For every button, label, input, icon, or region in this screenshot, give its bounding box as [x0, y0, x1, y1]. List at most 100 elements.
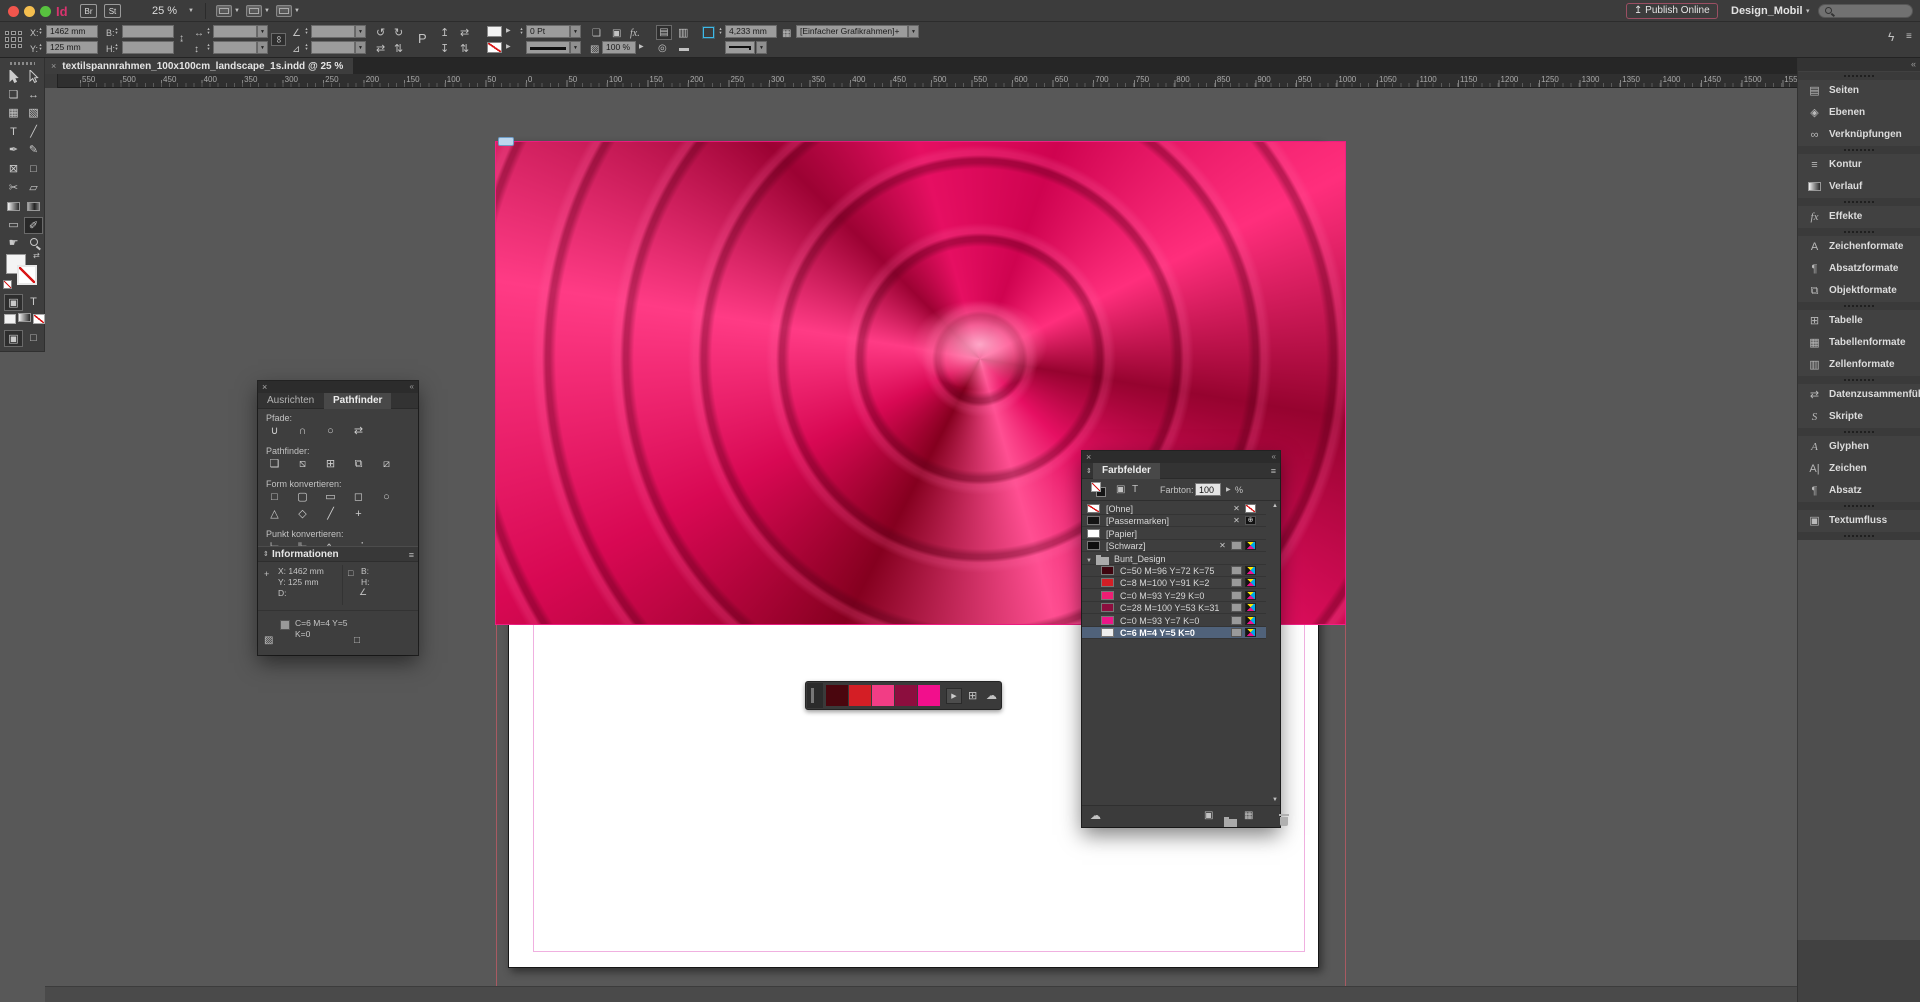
swatch-row[interactable]: C=8 M=100 Y=91 K=2 — [1082, 577, 1266, 589]
dock-item-zeichen[interactable]: A|Zeichen — [1798, 458, 1920, 480]
bridge-button[interactable]: Br — [80, 4, 97, 18]
theme-swatch[interactable] — [918, 685, 940, 706]
stock-button[interactable]: St — [104, 4, 121, 18]
workspace-switcher[interactable]: Design_Mobil — [1731, 5, 1803, 17]
dock-item-kontur[interactable]: ≡Kontur — [1798, 154, 1920, 176]
intersect-icon[interactable]: ⊞ — [322, 457, 339, 472]
y-stepper[interactable]: ▴▾ — [37, 43, 44, 51]
dock-item-effekte[interactable]: fxEffekte — [1798, 206, 1920, 228]
swatch-row[interactable]: [Papier] — [1082, 528, 1266, 540]
direct-selection-tool[interactable] — [24, 68, 43, 85]
apply-color-button[interactable] — [4, 314, 16, 324]
horizontal-ruler[interactable]: 5505004504003503002502001501005005010015… — [45, 74, 1797, 88]
stroke-weight-dropdown[interactable]: ▼ — [570, 25, 581, 38]
tint-flyout-icon[interactable]: ▶ — [1226, 487, 1231, 493]
scale-y-field[interactable] — [213, 41, 257, 54]
select-content-icon[interactable]: ↧ — [440, 44, 449, 55]
eyedropper-tool[interactable]: ✐ — [24, 217, 43, 234]
dock-item-tabelle[interactable]: ⊞Tabelle — [1798, 310, 1920, 332]
theme-swatch[interactable] — [872, 685, 894, 706]
swatch-row[interactable]: C=28 M=100 Y=53 K=31 — [1082, 602, 1266, 614]
dock-group-separator[interactable] — [1798, 376, 1920, 384]
swatch-row[interactable]: C=0 M=93 Y=7 K=0 — [1082, 615, 1266, 627]
shear-stepper[interactable]: ▴▾ — [303, 43, 310, 51]
effects-menu-icon[interactable]: fx. — [630, 29, 640, 39]
close-icon[interactable]: × — [262, 382, 267, 392]
panel-menu-icon[interactable]: ≡ — [1271, 466, 1276, 476]
theme-source-zone[interactable] — [807, 683, 823, 708]
theme-flyout-button[interactable]: ▶ — [946, 688, 962, 704]
hand-tool[interactable]: ☛ — [4, 235, 23, 252]
shear-field[interactable] — [311, 41, 355, 54]
fill-indicator-icon[interactable]: ▨ — [264, 636, 273, 646]
swatch-row[interactable]: C=6 M=4 Y=5 K=0 — [1082, 627, 1266, 639]
dock-item-absatzformate[interactable]: ¶Absatzformate — [1798, 258, 1920, 280]
fill-proxy-mini[interactable] — [1091, 482, 1101, 492]
wrap-option-a-icon[interactable]: ◎ — [658, 44, 667, 54]
formatting-affects-container-button[interactable]: ▣ — [4, 294, 23, 311]
delete-swatch-icon[interactable] — [1280, 817, 1288, 826]
theme-swatch[interactable] — [826, 685, 848, 706]
pen-tool[interactable]: ✒ — [4, 142, 23, 159]
subtract-icon[interactable]: ⧅ — [294, 457, 311, 472]
stroke-weight-field[interactable]: 0 Pt — [526, 25, 570, 38]
dock-collapse-bar[interactable]: « — [1798, 58, 1920, 71]
dock-item-datenzusammenfhr[interactable]: ⇄Datenzusammenführ… — [1798, 384, 1920, 406]
width-field[interactable] — [122, 25, 174, 38]
rotate-cw-icon[interactable]: ↻ — [394, 28, 403, 39]
stroke-weight-stepper[interactable]: ▴▾ — [518, 27, 525, 35]
content-placer-tool[interactable]: ▧ — [24, 105, 43, 122]
apply-gradient-button[interactable] — [18, 313, 31, 322]
collapse-icon[interactable]: « — [410, 382, 414, 392]
object-style-dropdown[interactable]: ▼ — [908, 25, 919, 38]
ruler-origin-box[interactable] — [45, 74, 58, 88]
exclude-overlap-icon[interactable]: ⧉ — [350, 457, 367, 472]
new-swatch-icon[interactable]: ▦ — [1244, 811, 1253, 821]
swatch-row[interactable]: C=50 M=96 Y=72 K=75 — [1082, 565, 1266, 577]
theme-swatch[interactable] — [849, 685, 871, 706]
type-tool[interactable]: T — [4, 124, 23, 141]
swatch-group-row[interactable]: ▼Bunt_Design — [1082, 553, 1266, 565]
convert-cross-icon[interactable]: + — [350, 507, 367, 522]
rectangle-frame-tool[interactable]: ⊠ — [4, 161, 23, 178]
formatting-affects-container-icon[interactable]: ▣ — [1116, 485, 1125, 495]
window-minimize-button[interactable] — [24, 6, 35, 17]
stroke-proxy-swatch[interactable] — [17, 265, 37, 285]
default-fill-stroke-icon[interactable] — [3, 280, 12, 289]
select-next-object-icon[interactable]: ⇅ — [460, 44, 469, 55]
dock-item-seiten[interactable]: ▤Seiten — [1798, 80, 1920, 102]
new-color-group-icon[interactable] — [1224, 819, 1237, 827]
dock-group-separator[interactable] — [1798, 302, 1920, 310]
swatch-row[interactable]: [Passermarken]✕⊕ — [1082, 515, 1266, 527]
convert-beveled-rectangle-icon[interactable]: ▭ — [322, 490, 339, 505]
dock-item-skripte[interactable]: SSkripte — [1798, 406, 1920, 428]
screen-mode-dropdown-icon[interactable]: ▼ — [264, 8, 270, 14]
scroll-up-icon[interactable]: ▲ — [1272, 503, 1278, 509]
dock-item-glyphen[interactable]: AGlyphen — [1798, 436, 1920, 458]
add-icon[interactable]: ❏ — [266, 457, 283, 472]
rotate-ccw-icon[interactable]: ↺ — [376, 28, 385, 39]
panel-collapse-icon[interactable]: ⇕ — [263, 550, 269, 558]
dock-group-separator[interactable] — [1798, 428, 1920, 436]
fill-color-well[interactable] — [487, 26, 502, 37]
x-stepper[interactable]: ▴▾ — [37, 27, 44, 35]
minus-back-icon[interactable]: ⧄ — [378, 457, 395, 472]
convert-rectangle-icon[interactable]: □ — [266, 490, 283, 505]
view-options-icon[interactable] — [216, 5, 232, 17]
reverse-path-icon[interactable]: ⇄ — [350, 424, 367, 439]
search-input[interactable] — [1818, 4, 1913, 18]
dock-group-separator[interactable] — [1798, 198, 1920, 206]
corner-radius-proxy-icon[interactable] — [703, 27, 714, 38]
opacity-flyout-icon[interactable]: ▶ — [639, 44, 644, 50]
fill-flyout-icon[interactable]: ▶ — [506, 28, 511, 34]
dock-group-separator[interactable] — [1798, 72, 1920, 80]
pencil-tool[interactable]: ✎ — [24, 142, 43, 159]
workspace-caret-icon[interactable]: ▾ — [1806, 8, 1810, 15]
tint-field[interactable]: 100 — [1195, 483, 1221, 496]
stroke-type-dropdown[interactable]: ▼ — [570, 41, 581, 54]
shear-dropdown[interactable]: ▼ — [355, 41, 366, 54]
convert-rounded-rectangle-icon[interactable]: ▢ — [294, 490, 311, 505]
arrange-documents-dropdown-icon[interactable]: ▼ — [294, 8, 300, 14]
dock-item-objektformate[interactable]: ⧉Objektformate — [1798, 280, 1920, 302]
tab-pathfinder[interactable]: Pathfinder — [324, 393, 391, 409]
